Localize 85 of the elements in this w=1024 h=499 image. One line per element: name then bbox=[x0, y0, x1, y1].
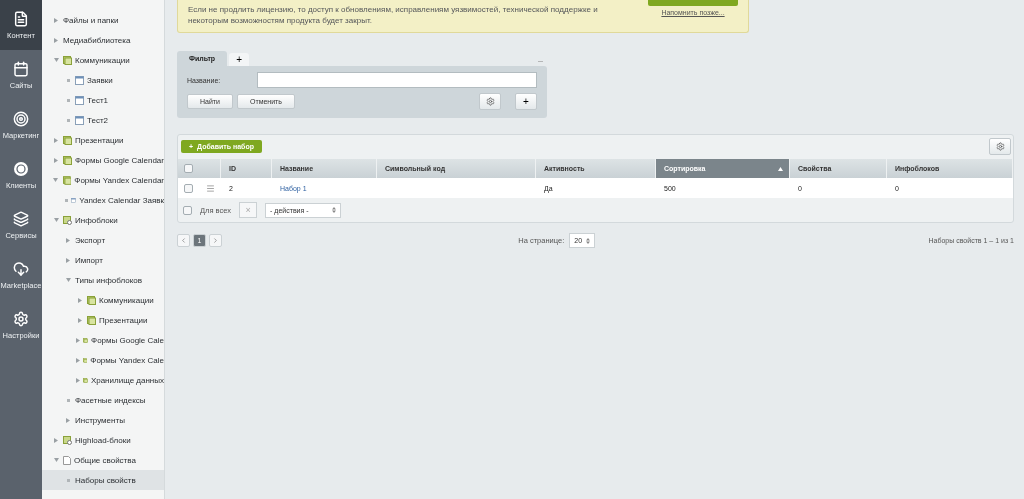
folder-icon bbox=[83, 355, 88, 365]
tree-item[interactable]: Презентации bbox=[42, 310, 164, 330]
tree-item[interactable]: Файлы и папки bbox=[42, 10, 164, 30]
up-down-arrows-icon bbox=[332, 207, 336, 213]
select-all-checkbox[interactable] bbox=[184, 164, 193, 173]
collapse-arrow-icon[interactable] bbox=[54, 17, 58, 23]
settings-icon bbox=[485, 97, 495, 106]
collapse-arrow-icon[interactable] bbox=[54, 37, 58, 43]
bullet-icon bbox=[66, 118, 70, 122]
name-field[interactable] bbox=[257, 72, 537, 88]
folder-icon bbox=[83, 335, 89, 345]
folder-gear-icon bbox=[63, 435, 72, 445]
table-icon bbox=[75, 115, 84, 125]
collapse-arrow-icon[interactable] bbox=[54, 157, 58, 163]
tree-item[interactable]: Формы Google Calendar bbox=[42, 150, 164, 170]
table-icon bbox=[75, 75, 84, 85]
tree-item[interactable]: Импорт bbox=[42, 250, 164, 270]
row-checkbox[interactable] bbox=[184, 183, 193, 193]
bullet-icon bbox=[66, 398, 70, 402]
expand-arrow-icon[interactable] bbox=[53, 458, 59, 462]
tree-item[interactable]: Инфоблоки bbox=[42, 210, 164, 230]
collapse-arrow-icon[interactable] bbox=[76, 337, 81, 343]
expand-arrow-icon[interactable] bbox=[53, 58, 59, 62]
banner-text: Если не продлить лицензию, то доступ к обновлениям, исправлениям уязвимостей, технической поддержке и некоторым возможностям продукта будет закрыт. bbox=[188, 4, 599, 26]
add-button[interactable]: + bbox=[515, 93, 537, 110]
calendar-icon bbox=[13, 60, 29, 77]
collapse-arrow-icon[interactable] bbox=[76, 377, 81, 383]
table-icon bbox=[71, 195, 77, 205]
bullet-icon bbox=[66, 98, 70, 102]
expand-arrow-icon[interactable] bbox=[53, 218, 59, 222]
tree-item[interactable]: Формы Google Cale bbox=[42, 330, 164, 350]
collapse-arrow-icon[interactable] bbox=[78, 297, 82, 303]
folder-gear-icon bbox=[63, 215, 72, 225]
tree-item[interactable]: Коммуникации bbox=[42, 50, 164, 70]
tree-item[interactable]: Заявки bbox=[42, 70, 164, 90]
all-checkbox[interactable] bbox=[183, 205, 192, 215]
sort-ascending-icon bbox=[778, 166, 783, 171]
tree-item[interactable]: Yandex Calendar Заявк bbox=[42, 190, 164, 210]
tree-item[interactable]: Коммуникации bbox=[42, 290, 164, 310]
prev-page-button[interactable] bbox=[177, 234, 190, 247]
folder-icon bbox=[83, 375, 88, 385]
page-icon bbox=[63, 455, 71, 465]
up-down-arrows-icon bbox=[586, 237, 591, 244]
settings-button[interactable] bbox=[989, 138, 1011, 155]
tree-item[interactable]: Формы Yandex Calendar bbox=[42, 170, 164, 190]
layers-icon bbox=[13, 210, 29, 227]
tree-item[interactable]: Тест1 bbox=[42, 90, 164, 110]
collapse-arrow-icon[interactable] bbox=[78, 317, 82, 323]
settings-icon bbox=[13, 310, 29, 327]
tree-item[interactable]: Формы Yandex Cale bbox=[42, 350, 164, 370]
folder-icon bbox=[63, 55, 72, 65]
add-tab-button[interactable]: + bbox=[229, 53, 249, 66]
expand-arrow-icon[interactable] bbox=[53, 178, 59, 182]
tree-item[interactable]: Медиабиблиотека bbox=[42, 30, 164, 50]
collapse-arrow-icon[interactable] bbox=[54, 437, 58, 443]
tree-item[interactable]: Инструменты bbox=[42, 410, 164, 430]
circle-icon bbox=[13, 160, 29, 177]
collapse-arrow-icon[interactable] bbox=[66, 237, 70, 243]
table-icon bbox=[75, 95, 84, 105]
collapse-arrow-icon[interactable] bbox=[54, 137, 58, 143]
chevron-right-icon bbox=[212, 237, 219, 244]
tree-item[interactable]: Общие свойства bbox=[42, 450, 164, 470]
cloud-download-icon bbox=[13, 260, 29, 277]
settings-button[interactable] bbox=[479, 93, 501, 110]
tree-item[interactable]: Экспорт bbox=[42, 230, 164, 250]
tree-item[interactable]: Хранилище данных bbox=[42, 370, 164, 390]
tree-item[interactable]: Highload-блоки bbox=[42, 430, 164, 450]
settings-icon bbox=[995, 142, 1005, 151]
tree-item[interactable]: Тест2 bbox=[42, 110, 164, 130]
bullet-icon bbox=[66, 78, 70, 82]
document-icon bbox=[13, 10, 29, 27]
collapse-arrow-icon[interactable] bbox=[76, 357, 80, 363]
menu-icon[interactable] bbox=[205, 183, 215, 193]
chevron-left-icon bbox=[180, 237, 187, 244]
bullet-icon bbox=[64, 198, 68, 202]
tree-item[interactable]: Типы инфоблоков bbox=[42, 270, 164, 290]
tree-item[interactable]: Фасетные индексы bbox=[42, 390, 164, 410]
collapse-arrow-icon[interactable] bbox=[66, 257, 70, 263]
collapse-arrow-icon[interactable] bbox=[66, 417, 70, 423]
expand-arrow-icon[interactable] bbox=[65, 278, 71, 282]
next-page-button[interactable] bbox=[209, 234, 222, 247]
tree-item[interactable]: Наборы свойств bbox=[42, 470, 164, 490]
target-icon bbox=[13, 110, 29, 127]
bullet-icon bbox=[66, 478, 70, 482]
tree-item[interactable]: Презентации bbox=[42, 130, 164, 150]
